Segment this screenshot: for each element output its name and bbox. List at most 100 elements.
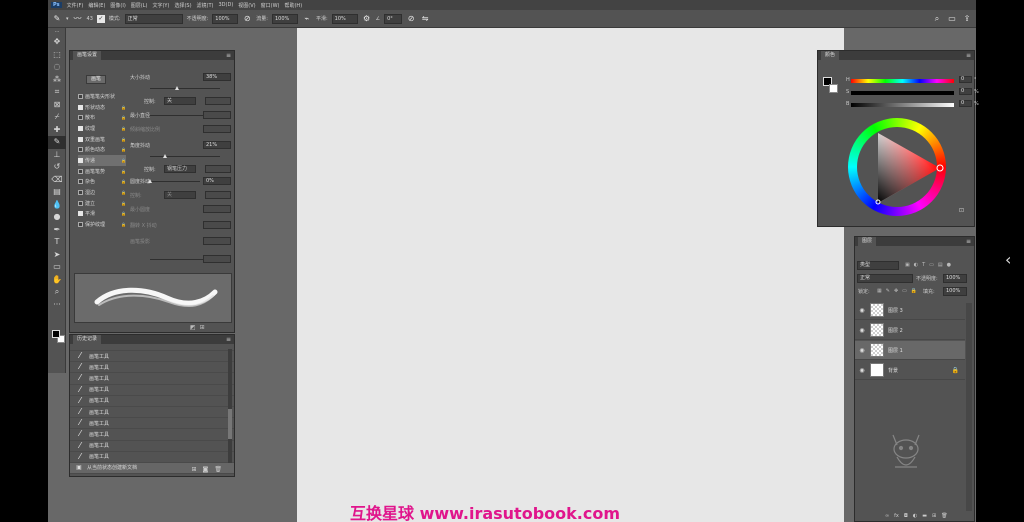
new-brush-icon[interactable]: ⊞ <box>200 324 205 331</box>
tab-layers[interactable]: 图层 <box>858 237 877 246</box>
panel-menu-icon[interactable]: ≡ <box>966 52 971 59</box>
quick-select-tool-icon[interactable]: ⁂ <box>48 74 66 87</box>
list-item[interactable]: 画笔笔势 🔒 <box>78 166 126 177</box>
angle-jitter-value[interactable]: 21% <box>203 141 231 149</box>
menu-layer[interactable]: 图层(L) <box>131 2 148 9</box>
chevron-down-icon[interactable]: ▾ <box>66 16 69 22</box>
marquee-tool-icon[interactable]: ⬚ <box>48 49 66 62</box>
layer-row[interactable]: ◉ 图层 1 <box>855 341 965 360</box>
tab-history[interactable]: 历史记录 <box>73 335 102 344</box>
brush-size[interactable]: 43 <box>87 16 93 22</box>
roundness-jitter-value[interactable]: 0% <box>203 177 231 185</box>
list-item[interactable]: ⁄ 画笔工具 <box>70 429 234 441</box>
layer-row[interactable]: ◉ 图层 3 <box>855 301 965 320</box>
pressure-opacity-icon[interactable]: ⊘ <box>242 14 252 24</box>
checkbox[interactable] <box>78 125 83 131</box>
checkbox[interactable] <box>78 136 83 142</box>
list-item[interactable]: ⁄ 画笔工具 <box>70 351 234 363</box>
lock-icon[interactable]: 🔒 <box>121 126 126 131</box>
drawing-canvas[interactable] <box>297 28 844 522</box>
saturation-slider[interactable] <box>851 91 954 95</box>
menu-window[interactable]: 窗口(W) <box>261 2 280 9</box>
tilt-scale-value[interactable] <box>203 125 231 133</box>
crop-tool-icon[interactable]: ⌗ <box>48 86 66 99</box>
lock-icon[interactable]: 🔒 <box>121 222 126 227</box>
menu-type[interactable]: 文字(Y) <box>152 2 169 9</box>
scrollbar-thumb[interactable] <box>228 409 232 439</box>
flow-input[interactable]: 100% <box>271 13 298 24</box>
min-diameter-value[interactable] <box>203 111 231 119</box>
expand-icon[interactable]: ⊡ <box>959 207 964 214</box>
eye-icon[interactable]: ◉ <box>858 307 866 314</box>
size-jitter-knob[interactable] <box>174 86 179 90</box>
list-item[interactable]: 双重画笔 🔒 <box>78 134 126 145</box>
lock-icon[interactable]: 🔒 <box>121 190 126 195</box>
checkbox[interactable] <box>78 168 83 174</box>
brightness-value[interactable]: 0 <box>959 100 972 107</box>
adjustment-icon[interactable]: ◐ <box>913 513 917 519</box>
filter-kind-select[interactable]: 类型 <box>857 261 899 270</box>
lock-pixels-icon[interactable]: ▦ <box>877 288 882 294</box>
checkbox[interactable] <box>78 190 83 196</box>
lock-icon[interactable]: 🔒 <box>952 367 959 374</box>
list-item[interactable]: 形状动态 🔒 <box>78 102 126 113</box>
lock-artboard-icon[interactable]: ▭ <box>902 288 907 294</box>
menu-select[interactable]: 选择(S) <box>174 2 191 9</box>
list-item[interactable]: 散布 🔒 <box>78 112 126 123</box>
checkbox[interactable] <box>78 157 83 163</box>
list-item[interactable]: 纹理 🔒 <box>78 123 126 134</box>
tab-brush-settings[interactable]: 画笔设置 <box>73 51 102 60</box>
blur-tool-icon[interactable]: 💧 <box>48 199 66 212</box>
symmetry-icon[interactable]: ⇋ <box>420 14 430 24</box>
menu-file[interactable]: 文件(F) <box>67 2 84 9</box>
foreground-color-swatch[interactable] <box>52 330 60 338</box>
shape-filter-icon[interactable]: ▭ <box>929 262 934 268</box>
checkbox[interactable] <box>78 104 83 110</box>
layer-row[interactable]: ◉ 图层 2 <box>855 321 965 340</box>
list-item[interactable]: 颜色动态 🔒 <box>78 144 126 155</box>
type-tool-icon[interactable]: T <box>48 236 66 249</box>
filter-toggle-icon[interactable]: ● <box>947 262 951 268</box>
angle-jitter-knob[interactable] <box>162 154 167 158</box>
pen-tool-icon[interactable]: ✒ <box>48 224 66 237</box>
list-item[interactable]: ⁄ 画笔工具 <box>70 362 234 374</box>
panel-menu-icon[interactable]: ≡ <box>966 238 971 245</box>
checkbox[interactable] <box>78 211 83 217</box>
roundness-control-select[interactable]: 关 <box>164 191 196 199</box>
list-item[interactable]: 平滑 🔒 <box>78 209 126 220</box>
checkbox[interactable] <box>78 115 83 121</box>
panel-menu-icon[interactable]: ≡ <box>226 52 231 59</box>
more-tools-icon[interactable]: ··· <box>48 299 66 312</box>
checkbox[interactable] <box>78 147 83 153</box>
list-item[interactable]: ⁄ 画笔工具 <box>70 385 234 396</box>
scrollbar[interactable] <box>966 303 972 511</box>
scrollbar[interactable] <box>228 349 232 463</box>
layer-name[interactable]: 图层 1 <box>888 347 903 354</box>
lock-all-icon[interactable]: 🔒 <box>911 288 917 294</box>
flip-x-value[interactable] <box>203 221 231 229</box>
lock-move-icon[interactable]: ✥ <box>894 288 898 294</box>
lock-icon[interactable]: 🔒 <box>121 137 126 142</box>
mode-select[interactable]: 正常 <box>124 13 183 24</box>
camera-icon[interactable]: ◙ <box>203 466 209 473</box>
lock-icon[interactable]: 🔒 <box>121 201 126 206</box>
tab-color[interactable]: 颜色 <box>821 51 840 60</box>
eye-icon[interactable]: ◉ <box>858 327 866 334</box>
blend-mode-select[interactable]: 正常 <box>857 274 913 283</box>
trash-icon[interactable]: 🗑 <box>941 513 947 519</box>
brush-panel-toggle[interactable]: ✓ <box>96 14 105 23</box>
panel-grip-icon[interactable]: ··· <box>48 28 66 36</box>
menu-image[interactable]: 图像(I) <box>110 2 125 9</box>
dodge-tool-icon[interactable]: ● <box>48 211 66 224</box>
list-item[interactable]: ⁄ 画笔工具 <box>70 396 234 407</box>
list-item[interactable]: 湿边 🔒 <box>78 187 126 198</box>
saturation-value[interactable]: 0 <box>959 88 972 95</box>
list-item[interactable]: 杂色 🔒 <box>78 177 126 188</box>
hue-slider[interactable] <box>851 79 954 83</box>
chevron-left-icon[interactable]: ‹ <box>1005 252 1011 268</box>
angle-control-select[interactable]: 钢笔压力 <box>164 165 196 173</box>
eraser-tool-icon[interactable]: ⌫ <box>48 174 66 187</box>
list-item[interactable]: 传递 🔒 <box>78 155 126 166</box>
mask-icon[interactable]: ◘ <box>904 513 908 519</box>
min-roundness-value[interactable] <box>203 205 231 213</box>
